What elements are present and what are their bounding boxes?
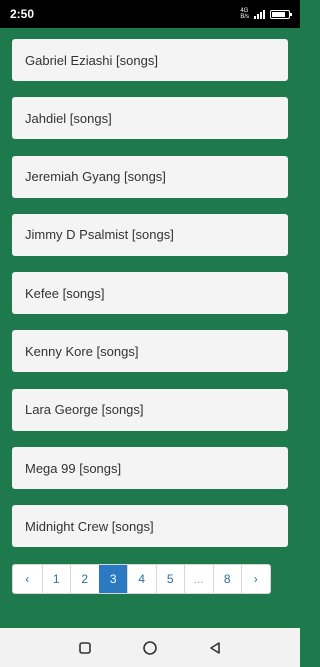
list-item-label: Midnight Crew [songs]: [25, 518, 154, 534]
list-item-label: Jimmy D Psalmist [songs]: [25, 227, 174, 243]
list-item-label: Lara George [songs]: [25, 402, 144, 418]
list-item[interactable]: Jeremiah Gyang [songs]: [12, 155, 288, 198]
list-item[interactable]: Mega 99 [songs]: [12, 447, 288, 490]
list-item[interactable]: Jahdiel [songs]: [12, 97, 288, 140]
system-nav-bar: [0, 628, 300, 667]
page-ellipsis: ...: [184, 565, 213, 593]
list-item-label: Mega 99 [songs]: [25, 460, 122, 476]
battery-icon: [270, 9, 292, 19]
list-item-label: Kefee [songs]: [25, 285, 105, 301]
prev-page-button[interactable]: ‹: [13, 565, 42, 593]
list-item[interactable]: Lara George [songs]: [12, 388, 288, 431]
list-item[interactable]: Kenny Kore [songs]: [12, 330, 288, 373]
list-item-label: Gabriel Eziashi [songs]: [25, 52, 158, 68]
list-item[interactable]: Midnight Crew [songs]: [12, 505, 288, 548]
pagination: ‹ 1 2 3 4 5 ... 8 ›: [12, 564, 271, 594]
signal-icon: [254, 9, 265, 19]
network-bottom-label: B/s: [240, 14, 249, 20]
page-button-last[interactable]: 8: [212, 565, 242, 593]
recents-icon[interactable]: [75, 638, 95, 658]
status-time: 2:50: [10, 7, 35, 21]
network-speed: 4G B/s: [240, 8, 249, 20]
list-item-label: Jeremiah Gyang [songs]: [25, 169, 166, 185]
page-button-1[interactable]: 1: [41, 565, 71, 593]
page-button-5[interactable]: 5: [155, 565, 185, 593]
artist-list: Gabriel Eziashi [songs] Jahdiel [songs] …: [12, 39, 288, 564]
page-button-2[interactable]: 2: [70, 565, 99, 593]
list-item[interactable]: Kefee [songs]: [12, 272, 288, 315]
list-item[interactable]: Jimmy D Psalmist [songs]: [12, 213, 288, 256]
page-button-3-current[interactable]: 3: [98, 565, 127, 593]
status-bar: 2:50 4G B/s: [0, 0, 300, 28]
page-button-4[interactable]: 4: [127, 565, 156, 593]
list-item-label: Jahdiel [songs]: [25, 110, 112, 126]
status-icons: 4G B/s: [240, 8, 292, 20]
home-icon[interactable]: [140, 638, 160, 658]
list-item[interactable]: Gabriel Eziashi [songs]: [12, 39, 288, 81]
next-page-button[interactable]: ›: [241, 565, 270, 593]
list-item-label: Kenny Kore [songs]: [25, 343, 139, 359]
back-icon[interactable]: [205, 638, 225, 658]
